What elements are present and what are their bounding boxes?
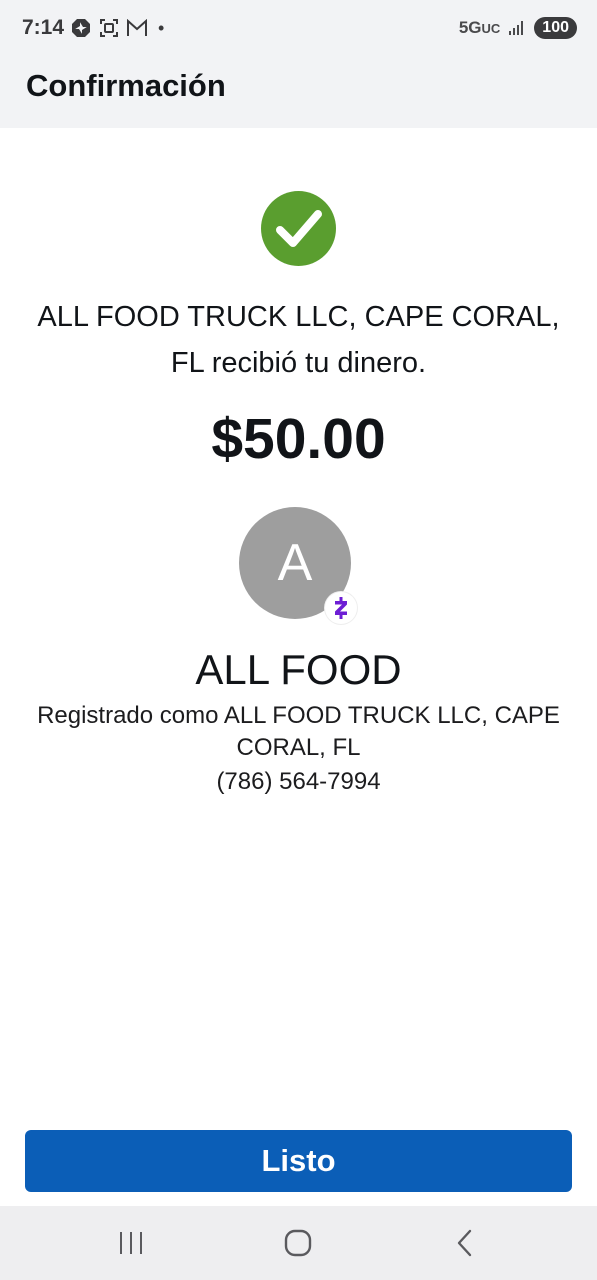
done-button[interactable]: Listo <box>25 1130 572 1192</box>
notification-dot-icon: • <box>158 17 165 38</box>
system-nav-bar <box>0 1206 597 1280</box>
payment-amount: $50.00 <box>211 407 386 471</box>
status-right: 5GUC 100 <box>459 17 577 39</box>
back-icon[interactable] <box>445 1226 485 1260</box>
success-check-icon <box>261 191 336 266</box>
gmail-icon <box>126 17 148 39</box>
signal-icon <box>506 17 528 39</box>
zelle-icon <box>325 592 357 624</box>
status-left: 7:14 • <box>22 16 164 40</box>
chase-icon <box>70 17 92 39</box>
battery-indicator: 100 <box>534 17 577 39</box>
home-icon[interactable] <box>278 1226 318 1260</box>
confirmation-screen: 7:14 • 5GUC 100 Confirmación ALL FOOD TR… <box>0 0 597 1280</box>
app-header: Confirmación <box>0 56 597 128</box>
registered-as-text: Registrado como ALL FOOD TRUCK LLC, CAPE… <box>37 702 560 761</box>
phone-number: (786) 564-7994 <box>216 768 381 795</box>
page-title: Confirmación <box>26 68 226 103</box>
network-indicator: 5GUC <box>458 18 501 37</box>
screen-record-icon <box>98 17 120 39</box>
status-bar: 7:14 • 5GUC 100 <box>0 0 597 56</box>
confirmation-message: ALL FOOD TRUCK LLC, CAPE CORAL, FL recib… <box>37 301 560 379</box>
avatar-initial: A <box>277 534 313 592</box>
contact-name: ALL FOOD <box>195 646 402 693</box>
recent-apps-icon[interactable] <box>111 1226 151 1260</box>
status-time: 7:14 <box>22 16 65 39</box>
